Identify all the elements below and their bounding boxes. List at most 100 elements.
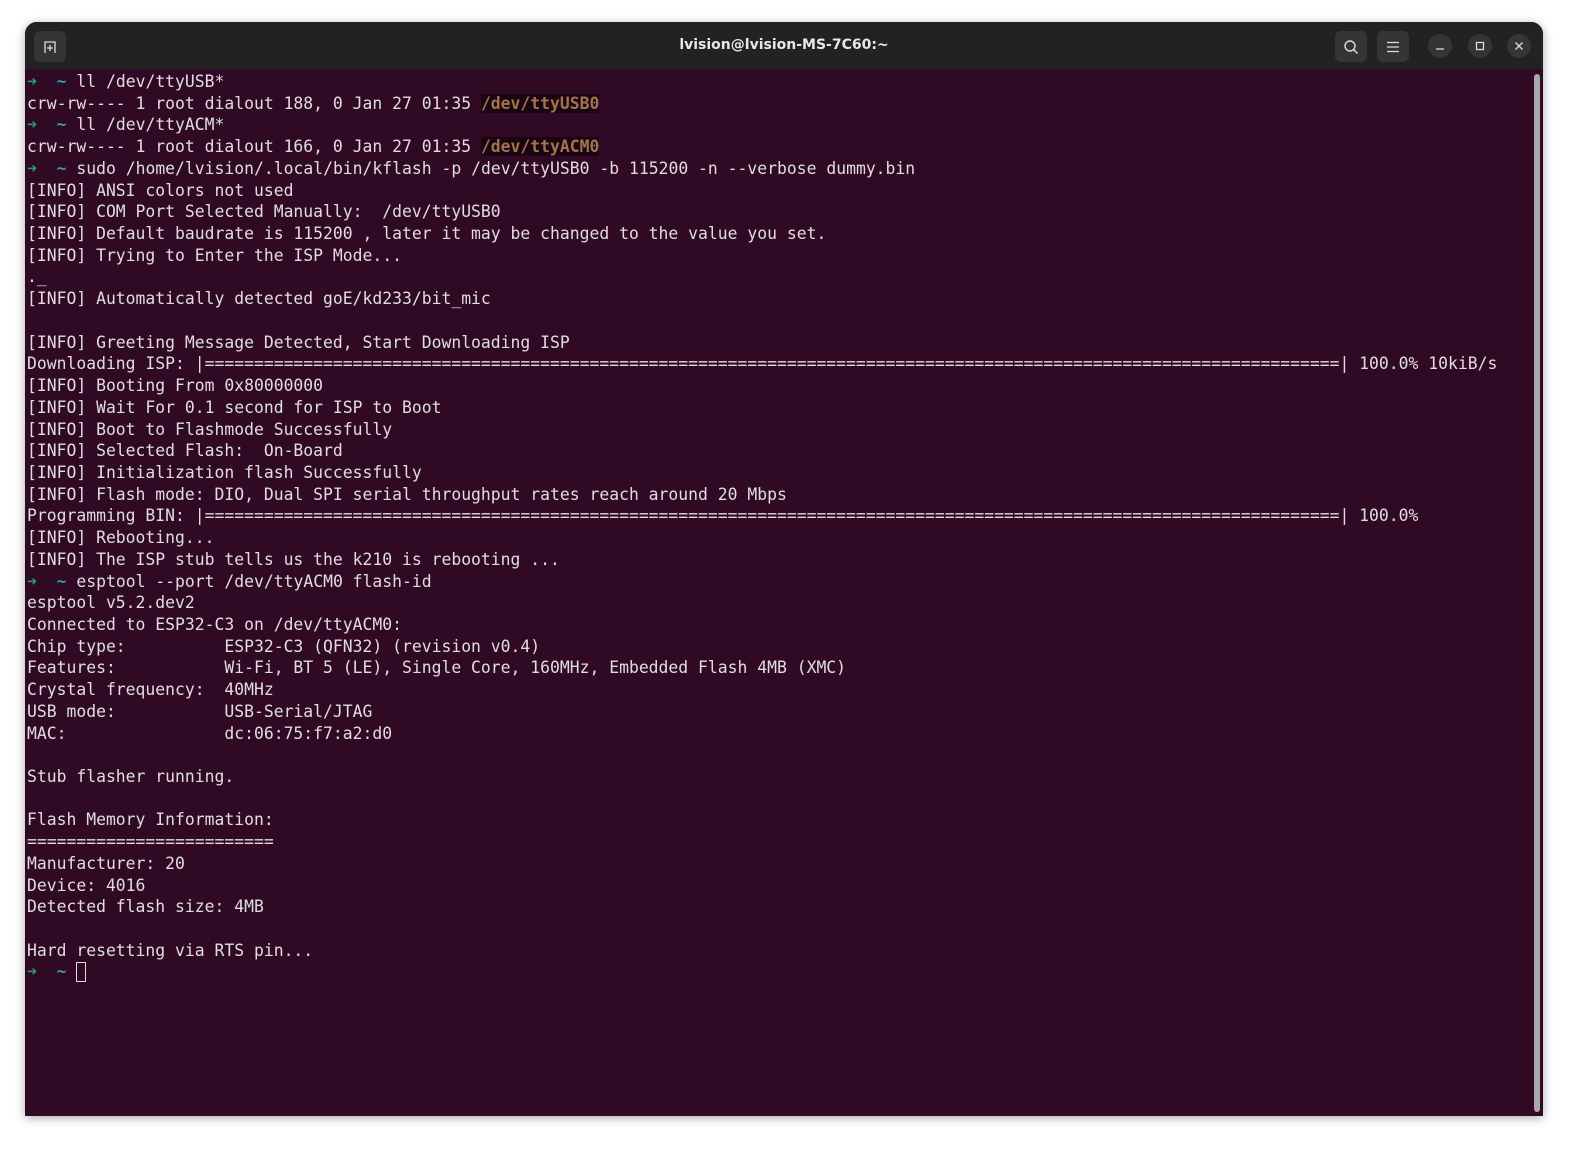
command-line: ➜ ~ ll /dev/ttyUSB*	[27, 71, 1529, 93]
output-line: [INFO] Selected Flash: On-Board	[27, 440, 1529, 462]
output-line: [INFO] Boot to Flashmode Successfully	[27, 419, 1529, 441]
output-line: Hard resetting via RTS pin...	[27, 940, 1529, 962]
output-text: Chip type: ESP32-C3 (QFN32) (revision v0…	[27, 636, 541, 656]
command-text: sudo /home/lvision/.local/bin/kflash -p …	[76, 158, 916, 178]
output-text: [INFO] The ISP stub tells us the k210 is…	[27, 549, 560, 569]
output-line: Programming BIN: |======================…	[27, 505, 1529, 527]
output-line: [INFO] Wait For 0.1 second for ISP to Bo…	[27, 397, 1529, 419]
output-text: [INFO] Rebooting...	[27, 528, 215, 548]
output-line: Chip type: ESP32-C3 (QFN32) (revision v0…	[27, 636, 1529, 658]
output-text: Detected flash size: 4MB	[27, 897, 264, 917]
output-line: [INFO] Trying to Enter the ISP Mode...	[27, 245, 1529, 267]
output-text: [INFO] Selected Flash: On-Board	[27, 441, 343, 461]
prompt-arrow-icon: ➜	[27, 571, 37, 591]
output-line: Device: 4016	[27, 875, 1529, 897]
device-path: /dev/ttyUSB0	[480, 93, 600, 113]
output-text: [INFO] Booting From 0x80000000	[27, 376, 324, 396]
output-text: ._	[27, 267, 47, 287]
output-text: USB mode: USB-Serial/JTAG	[27, 701, 373, 721]
prompt-arrow-icon: ➜	[27, 72, 37, 91]
command-line: ➜ ~ esptool --port /dev/ttyACM0 flash-id	[27, 571, 1529, 593]
output-line: Connected to ESP32-C3 on /dev/ttyACM0:	[27, 614, 1529, 636]
text-cursor[interactable]	[76, 962, 87, 983]
terminal-output[interactable]: ➜ ~ ll /dev/ttyUSB* crw-rw---- 1 root dia…	[27, 70, 1529, 1116]
output-line: esptool v5.2.dev2	[27, 592, 1529, 614]
output-text: Connected to ESP32-C3 on /dev/ttyACM0:	[27, 614, 402, 634]
output-text: Flash Memory Information:	[27, 810, 274, 830]
output-line: [INFO] Initialization flash Successfully	[27, 462, 1529, 484]
output-text: Stub flasher running.	[27, 767, 235, 786]
output-line: crw-rw---- 1 root dialout 188, 0 Jan 27 …	[27, 93, 1529, 115]
prompt-directory: ~	[56, 571, 67, 591]
output-line: [INFO] Default baudrate is 115200 , late…	[27, 223, 1529, 245]
output-text: [INFO] Greeting Message Detected, Start …	[27, 332, 570, 352]
window-title: lvision@lvision-MS-7C60:~	[679, 37, 889, 53]
output-line: [INFO] COM Port Selected Manually: /dev/…	[27, 201, 1529, 223]
output-text: [INFO] Initialization flash Successfully	[27, 462, 422, 482]
maximize-icon	[1475, 41, 1485, 51]
prompt-arrow-icon: ➜	[27, 115, 37, 135]
new-tab-icon	[44, 40, 56, 53]
output-text: Features: Wi-Fi, BT 5 (LE), Single Core,…	[27, 658, 847, 678]
output-text: =========================	[27, 832, 274, 852]
output-line: [INFO] Greeting Message Detected, Start …	[27, 332, 1529, 354]
close-icon	[1515, 42, 1523, 50]
prompt-arrow-icon: ➜	[27, 158, 37, 178]
output-line: [INFO] ANSI colors not used	[27, 180, 1529, 202]
prompt-directory: ~	[56, 115, 67, 135]
output-line: USB mode: USB-Serial/JTAG	[27, 701, 1529, 723]
menu-button[interactable]	[1377, 31, 1409, 62]
output-text: [INFO] Automatically detected goE/kd233/…	[27, 289, 491, 309]
output-line: [INFO] Flash mode: DIO, Dual SPI serial …	[27, 484, 1529, 506]
output-line: [INFO] Automatically detected goE/kd233/…	[27, 288, 1529, 310]
output-line: crw-rw---- 1 root dialout 166, 0 Jan 27 …	[27, 136, 1529, 158]
output-line: ._	[27, 266, 1529, 288]
output-line: [INFO] The ISP stub tells us the k210 is…	[27, 549, 1529, 571]
output-text: crw-rw---- 1 root dialout 188, 0 Jan 27 …	[27, 93, 481, 113]
search-button[interactable]	[1335, 31, 1367, 62]
output-text: Device: 4016	[27, 875, 146, 895]
output-text: [INFO] Trying to Enter the ISP Mode...	[27, 245, 402, 265]
terminal-window: lvision@lvision-MS-7C60:~ ➜ ~ ll /dev/tt…	[25, 22, 1543, 1116]
scrollbar[interactable]	[1534, 74, 1540, 1112]
device-path: /dev/ttyACM0	[480, 137, 600, 157]
prompt-arrow-icon: ➜	[27, 962, 37, 982]
output-line: Manufacturer: 20	[27, 853, 1529, 875]
output-text: Crystal frequency: 40MHz	[27, 680, 274, 700]
output-text: [INFO] Flash mode: DIO, Dual SPI serial …	[27, 484, 787, 504]
command-text: ll /dev/ttyUSB*	[76, 72, 225, 91]
output-text: Downloading ISP: |======================…	[27, 354, 1498, 374]
new-tab-button[interactable]	[34, 31, 66, 62]
output-line: Crystal frequency: 40MHz	[27, 679, 1529, 701]
output-text: MAC: dc:06:75:f7:a2:d0	[27, 723, 393, 743]
output-line: Flash Memory Information:	[27, 809, 1529, 831]
maximize-button[interactable]	[1468, 34, 1492, 58]
output-line: Downloading ISP: |======================…	[27, 353, 1529, 375]
close-button[interactable]	[1507, 34, 1531, 58]
title-bar: lvision@lvision-MS-7C60:~	[25, 22, 1543, 69]
minimize-icon	[1436, 48, 1444, 50]
output-line: MAC: dc:06:75:f7:a2:d0	[27, 723, 1529, 745]
output-line: Stub flasher running.	[27, 766, 1529, 788]
output-text: esptool v5.2.dev2	[27, 593, 195, 613]
search-icon	[1344, 39, 1358, 54]
output-text: crw-rw---- 1 root dialout 166, 0 Jan 27 …	[27, 137, 481, 157]
command-text: esptool --port /dev/ttyACM0 flash-id	[76, 571, 432, 591]
output-text: [INFO] COM Port Selected Manually: /dev/…	[27, 202, 501, 222]
command-line: ➜ ~ ll /dev/ttyACM*	[27, 114, 1529, 136]
hamburger-menu-icon	[1387, 41, 1399, 52]
output-line: [INFO] Rebooting...	[27, 527, 1529, 549]
command-line: ➜ ~ sudo /home/lvision/.local/bin/kflash…	[27, 158, 1529, 180]
output-text: [INFO] Wait For 0.1 second for ISP to Bo…	[27, 397, 442, 417]
output-line: Detected flash size: 4MB	[27, 896, 1529, 918]
output-text: Programming BIN: |======================…	[27, 506, 1419, 526]
output-text: [INFO] Default baudrate is 115200 , late…	[27, 224, 827, 244]
minimize-button[interactable]	[1428, 34, 1452, 58]
command-text: ll /dev/ttyACM*	[76, 115, 225, 135]
output-text: Hard resetting via RTS pin...	[27, 940, 314, 960]
output-text: [INFO] ANSI colors not used	[27, 180, 294, 200]
